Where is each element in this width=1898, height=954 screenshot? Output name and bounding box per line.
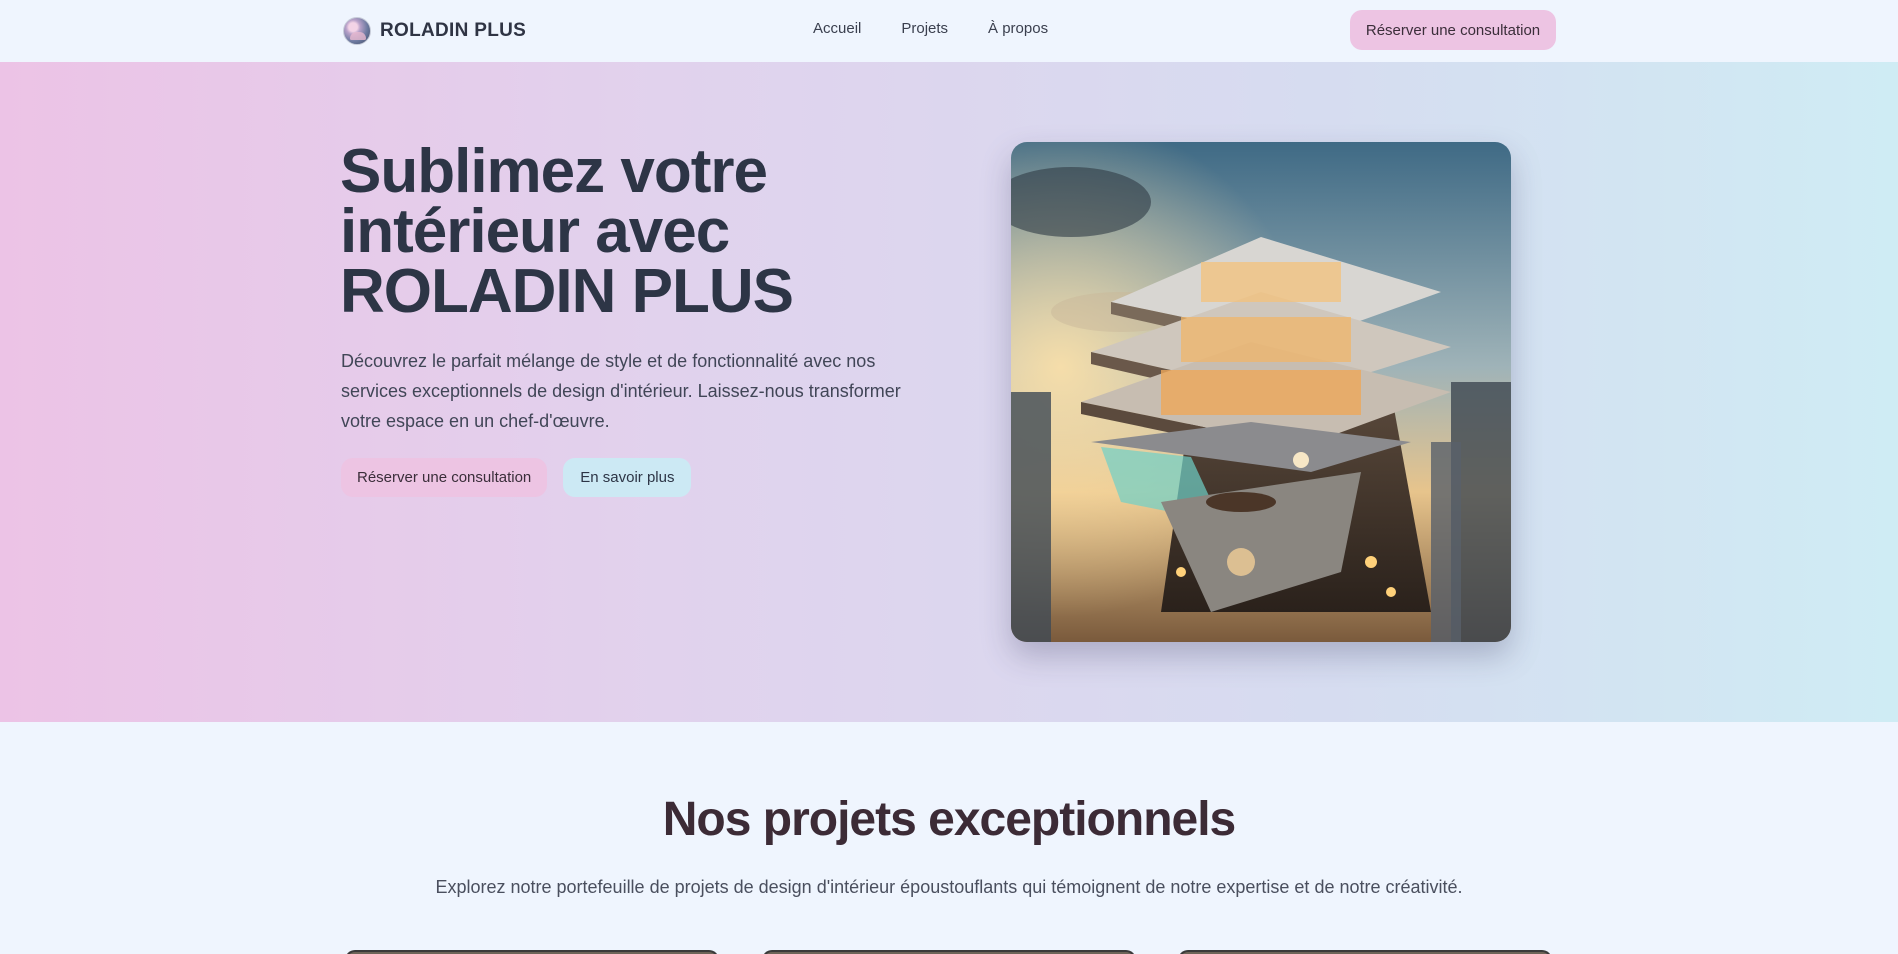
- nav-link-accueil[interactable]: Accueil: [813, 20, 861, 37]
- project-card[interactable]: [345, 950, 719, 954]
- building-illustration: [1011, 142, 1511, 642]
- brand[interactable]: ROLADIN PLUS: [343, 16, 526, 46]
- hero-section: Sublimez votre intérieur avec ROLADIN PL…: [0, 62, 1898, 722]
- learn-more-button[interactable]: En savoir plus: [563, 458, 692, 497]
- project-card[interactable]: [1178, 950, 1552, 954]
- brand-name: ROLADIN PLUS: [380, 20, 527, 41]
- projects-title: Nos projets exceptionnels: [662, 793, 1237, 846]
- hero-image: [1011, 142, 1511, 642]
- nav-link-a-propos[interactable]: À propos: [988, 20, 1048, 37]
- main-nav: Accueil Projets À propos: [813, 20, 1088, 37]
- nav-link-projets[interactable]: Projets: [901, 20, 948, 37]
- hero-title: Sublimez votre intérieur avec ROLADIN PL…: [340, 137, 794, 326]
- header-consultation-button[interactable]: Réserver une consultation: [1350, 10, 1556, 50]
- hero-buttons: Réserver une consultation En savoir plus: [341, 458, 692, 497]
- brand-logo: [343, 17, 371, 45]
- projects-subtitle: Explorez notre portefeuille de projets d…: [435, 877, 1463, 897]
- hero-description: Découvrez le parfait mélange de style et…: [341, 351, 901, 431]
- hero-consultation-button[interactable]: Réserver une consultation: [341, 458, 548, 497]
- project-card[interactable]: [762, 950, 1136, 954]
- site-header: ROLADIN PLUS Accueil Projets À propos Ré…: [0, 0, 1898, 62]
